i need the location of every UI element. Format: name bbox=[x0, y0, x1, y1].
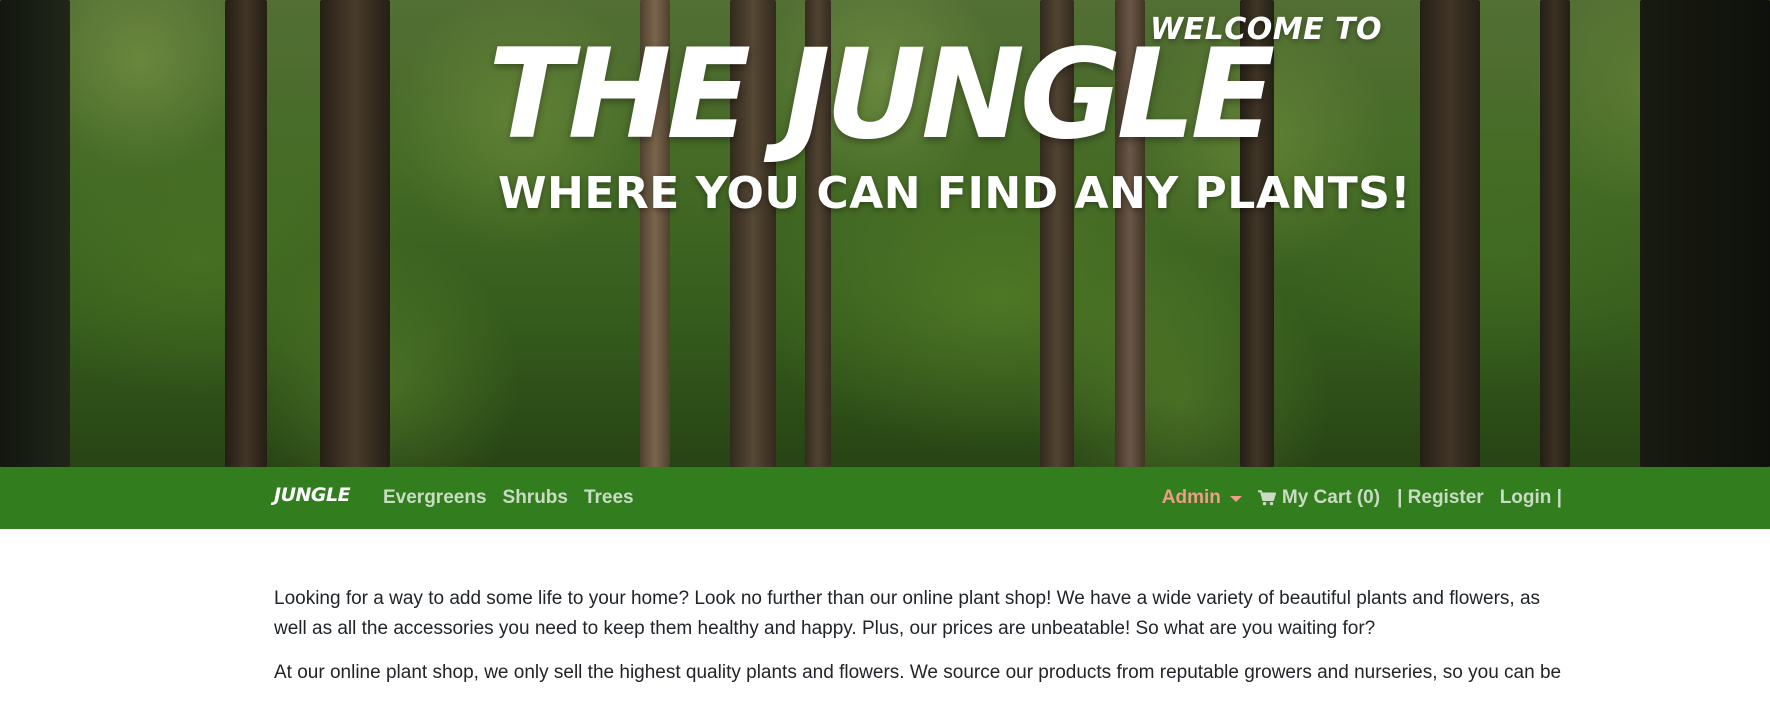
nav-category-links: Evergreens Shrubs Trees bbox=[383, 467, 650, 529]
brand-logo-link[interactable]: JUNGLE bbox=[274, 484, 351, 506]
hero-banner: WELCOME TO THE JUNGLE WHERE YOU CAN FIND… bbox=[0, 0, 1770, 467]
nav-account-links: Admin My Cart (0) | Register Login | bbox=[1162, 467, 1562, 529]
intro-paragraph: Looking for a way to add some life to yo… bbox=[274, 588, 1541, 639]
navbar-container: JUNGLE Evergreens Shrubs Trees Admin My … bbox=[274, 467, 1562, 529]
admin-label: Admin bbox=[1161, 487, 1221, 508]
nav-link-shrubs[interactable]: Shrubs bbox=[503, 487, 568, 509]
nav-link-evergreens[interactable]: Evergreens bbox=[383, 487, 487, 509]
hero-subtitle: WHERE YOU CAN FIND ANY PLANTS! bbox=[498, 168, 1411, 219]
register-link[interactable]: | Register bbox=[1397, 487, 1484, 509]
intro-content: Looking for a way to add some life to yo… bbox=[274, 584, 1564, 702]
my-cart-link[interactable]: My Cart (0) bbox=[1257, 487, 1381, 509]
caret-down-icon bbox=[1229, 496, 1242, 502]
nav-link-trees[interactable]: Trees bbox=[584, 487, 634, 509]
main-navbar: JUNGLE Evergreens Shrubs Trees Admin My … bbox=[0, 467, 1770, 529]
intro-paragraph: At our online plant shop, we only sell t… bbox=[274, 662, 1562, 683]
admin-dropdown-toggle[interactable]: Admin bbox=[1162, 487, 1242, 509]
shopping-cart-icon bbox=[1257, 490, 1276, 506]
hero-title: THE JUNGLE bbox=[488, 23, 1275, 167]
my-cart-label: My Cart (0) bbox=[1281, 487, 1381, 508]
login-link[interactable]: Login | bbox=[1500, 487, 1562, 509]
